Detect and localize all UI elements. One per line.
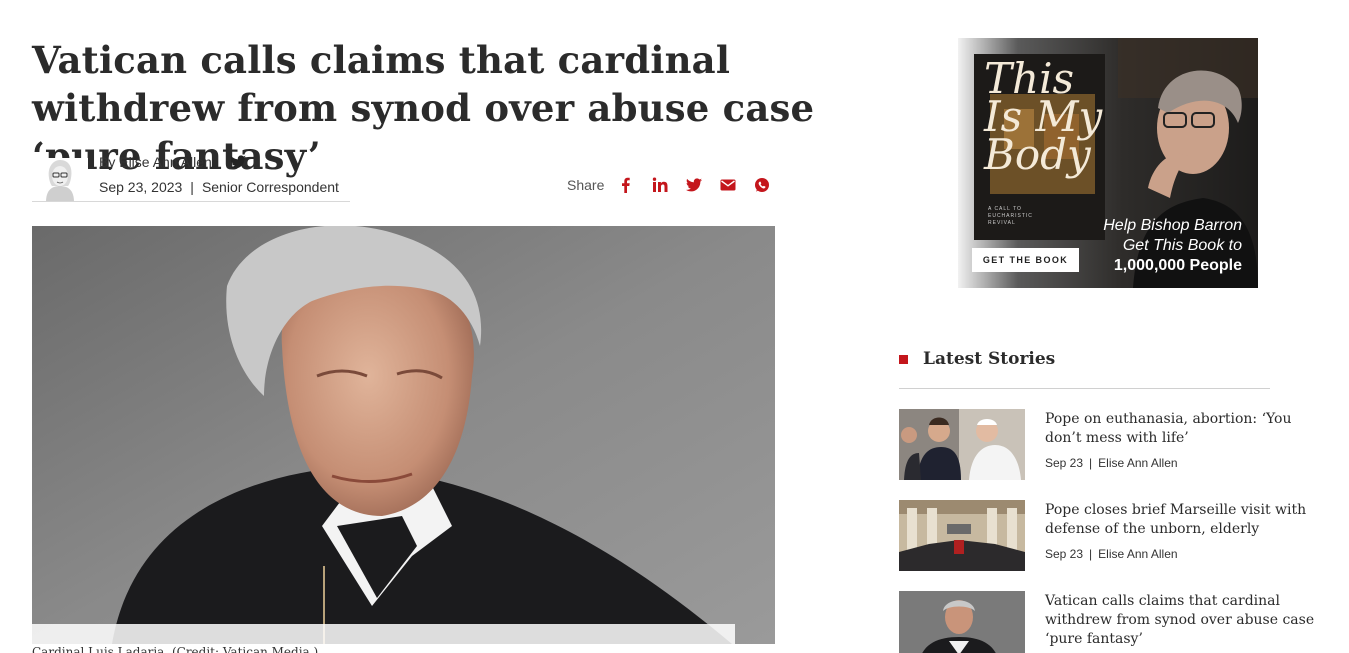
byline-divider: [32, 201, 350, 202]
story-date: Sep 23: [1045, 456, 1084, 470]
section-marker-icon: [899, 354, 908, 364]
byline-separator: |: [190, 179, 194, 195]
ad-tagline-3: 1,000,000 People: [1113, 257, 1242, 274]
story-meta: Sep 23 | Elise Ann Allen: [1045, 456, 1178, 470]
whatsapp-icon[interactable]: [752, 176, 772, 194]
latest-stories-header: Latest Stories: [899, 349, 1055, 369]
story-title[interactable]: Pope on euthanasia, abortion: ‘You don’t…: [1045, 410, 1325, 448]
author-avatar[interactable]: [32, 158, 88, 202]
ad-book-title: This Is My Body: [984, 58, 1104, 179]
ad-tagline-2: Get This Book to: [1122, 237, 1242, 254]
latest-story-item[interactable]: Pope on euthanasia, abortion: ‘You don’t…: [899, 409, 1329, 481]
ad-tagline: Help Bishop Barron Get This Book to 1,00…: [1103, 216, 1242, 276]
article-date: Sep 23, 2023: [99, 179, 183, 195]
story-thumbnail[interactable]: [899, 409, 1025, 480]
hero-photo: [32, 226, 775, 644]
ad-book-cover: This Is My Body A CALL TO EUCHARISTIC RE…: [974, 54, 1105, 240]
byline-meta: Sep 23, 2023 | Senior Correspondent: [99, 179, 339, 195]
ad-title-line-3: Body: [984, 130, 1091, 179]
latest-stories-title: Latest Stories: [923, 349, 1056, 369]
twitter-icon[interactable]: [684, 176, 704, 194]
get-the-book-button[interactable]: GET THE BOOK: [972, 248, 1079, 272]
latest-story-item[interactable]: Vatican calls claims that cardinal withd…: [899, 591, 1329, 653]
story-title[interactable]: Vatican calls claims that cardinal withd…: [1045, 592, 1325, 649]
story-separator: |: [1089, 456, 1093, 470]
story-title[interactable]: Pope closes brief Marseille visit with d…: [1045, 501, 1325, 539]
byline: By Elise Ann Allen Sep 23, 2023 | Senior C…: [32, 152, 362, 202]
photo-caption: Cardinal Luis Ladaria. (Credit: Vatican …: [32, 645, 319, 653]
ad-tagline-1: Help Bishop Barron: [1103, 217, 1242, 234]
linkedin-icon[interactable]: [650, 176, 670, 194]
story-author[interactable]: Elise Ann Allen: [1098, 456, 1177, 470]
caption-overlay: [32, 624, 735, 644]
author-twitter-icon[interactable]: [230, 155, 246, 169]
sidebar-ad[interactable]: This Is My Body A CALL TO EUCHARISTIC RE…: [958, 38, 1258, 288]
share-bar: Share: [567, 176, 786, 194]
story-thumbnail[interactable]: [899, 591, 1025, 653]
author-name[interactable]: By Elise Ann Allen: [99, 154, 212, 170]
story-thumbnail[interactable]: [899, 500, 1025, 571]
latest-story-item[interactable]: Pope closes brief Marseille visit with d…: [899, 500, 1329, 572]
story-separator: |: [1089, 547, 1093, 561]
ad-book-subtitle: A CALL TO EUCHARISTIC REVIVAL: [988, 206, 1033, 226]
story-meta: Sep 23 | Elise Ann Allen: [1045, 547, 1178, 561]
story-date: Sep 23: [1045, 547, 1084, 561]
latest-stories-divider: [899, 388, 1270, 389]
author-role: Senior Correspondent: [201, 179, 339, 195]
story-author[interactable]: Elise Ann Allen: [1098, 547, 1177, 561]
facebook-icon[interactable]: [616, 176, 636, 194]
email-icon[interactable]: [718, 176, 738, 194]
share-label: Share: [567, 177, 605, 193]
